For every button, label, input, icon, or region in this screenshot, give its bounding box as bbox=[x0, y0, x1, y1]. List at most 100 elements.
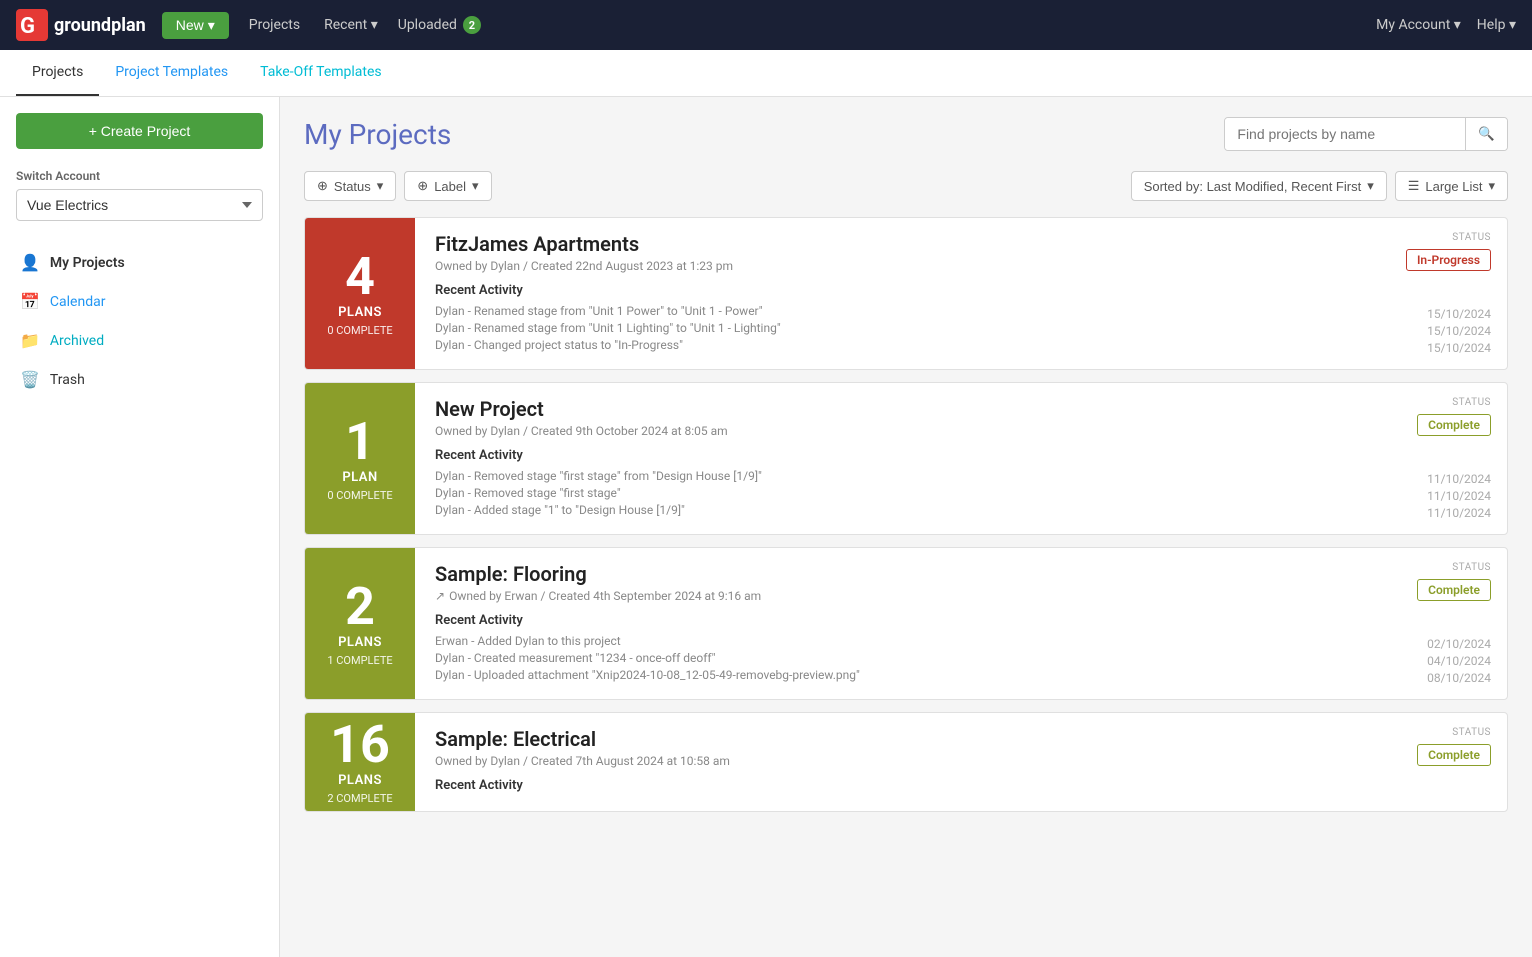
project-card-sample-electrical[interactable]: 16 PLANS 2 COMPLETE Sample: Electrical O… bbox=[304, 712, 1508, 812]
account-select[interactable]: Vue Electrics bbox=[16, 189, 263, 221]
status-badge[interactable]: Complete bbox=[1417, 744, 1491, 766]
plan-complete: 0 COMPLETE bbox=[327, 324, 392, 337]
plan-badge: 1 PLAN 0 COMPLETE bbox=[305, 383, 415, 534]
main-content: My Projects 🔍 ⊕ Status ▾ ⊕ Label ▾ bbox=[280, 97, 1532, 957]
sub-nav: Projects Project Templates Take-Off Temp… bbox=[0, 50, 1532, 97]
activity-date: 11/10/2024 bbox=[1427, 489, 1491, 503]
project-list: 4 PLANS 0 COMPLETE FitzJames Apartments … bbox=[304, 217, 1508, 812]
my-account-link[interactable]: My Account ▾ bbox=[1376, 17, 1461, 33]
filters-right: Sorted by: Last Modified, Recent First ▾… bbox=[1131, 171, 1508, 201]
status-badge[interactable]: Complete bbox=[1417, 414, 1491, 436]
plan-badge: 4 PLANS 0 COMPLETE bbox=[305, 218, 415, 369]
sidebar-item-trash[interactable]: 🗑️ Trash bbox=[16, 362, 263, 397]
sidebar-item-my-projects[interactable]: 👤 My Projects bbox=[16, 245, 263, 280]
page-title: My Projects bbox=[304, 118, 451, 151]
create-project-button[interactable]: + Create Project bbox=[16, 113, 263, 149]
recent-activity-label: Recent Activity bbox=[435, 448, 1327, 463]
status-label: STATUS bbox=[1452, 232, 1491, 243]
new-button[interactable]: New ▾ bbox=[162, 12, 229, 39]
activity-item: Dylan - Changed project status to "In-Pr… bbox=[435, 338, 1327, 352]
activity-date: 15/10/2024 bbox=[1427, 324, 1491, 338]
search-button[interactable]: 🔍 bbox=[1465, 118, 1507, 150]
switch-account-label: Switch Account bbox=[16, 169, 263, 183]
project-name[interactable]: Sample: Electrical bbox=[435, 727, 1327, 751]
svg-text:G: G bbox=[20, 14, 35, 39]
uploaded-nav-link[interactable]: Uploaded 2 bbox=[390, 16, 489, 34]
help-arrow-icon: ▾ bbox=[1509, 17, 1516, 33]
project-info: Sample: Flooring ↗Owned by Erwan / Creat… bbox=[415, 548, 1347, 699]
activity-item: Dylan - Removed stage "first stage" from… bbox=[435, 469, 1327, 483]
sidebar-label-calendar: Calendar bbox=[50, 294, 106, 310]
recent-activity-label: Recent Activity bbox=[435, 283, 1327, 298]
plan-badge: 16 PLANS 2 COMPLETE bbox=[305, 713, 415, 811]
tab-projects[interactable]: Projects bbox=[16, 50, 99, 96]
logo[interactable]: G groundplan bbox=[16, 9, 146, 41]
sidebar-item-archived[interactable]: 📁 Archived bbox=[16, 323, 263, 358]
dropdown-arrow-icon: ▾ bbox=[208, 17, 215, 34]
project-name[interactable]: Sample: Flooring bbox=[435, 562, 1327, 586]
project-meta: ↗Owned by Erwan / Created 4th September … bbox=[435, 589, 1327, 603]
activity-date: 15/10/2024 bbox=[1427, 341, 1491, 355]
project-status-col: STATUS Complete bbox=[1347, 713, 1507, 811]
status-arrow-icon: ▾ bbox=[377, 178, 384, 194]
account-arrow-icon: ▾ bbox=[1454, 17, 1461, 33]
status-badge[interactable]: In-Progress bbox=[1406, 249, 1491, 271]
project-card-new-project[interactable]: 1 PLAN 0 COMPLETE New Project Owned by D… bbox=[304, 382, 1508, 535]
plan-complete: 0 COMPLETE bbox=[327, 489, 392, 502]
activity-item: Dylan - Created measurement "1234 - once… bbox=[435, 651, 1327, 665]
label-arrow-icon: ▾ bbox=[472, 178, 479, 194]
plan-unit: PLANS bbox=[338, 305, 382, 320]
sidebar-label-my-projects: My Projects bbox=[50, 255, 125, 271]
filters-left: ⊕ Status ▾ ⊕ Label ▾ bbox=[304, 171, 492, 201]
project-info: New Project Owned by Dylan / Created 9th… bbox=[415, 383, 1347, 534]
archive-icon: 📁 bbox=[20, 331, 40, 350]
project-meta: Owned by Dylan / Created 9th October 202… bbox=[435, 424, 1327, 438]
plan-count: 4 bbox=[345, 251, 375, 303]
user-icon: 👤 bbox=[20, 253, 40, 272]
view-button[interactable]: ☰ Large List ▾ bbox=[1395, 171, 1508, 201]
project-meta: Owned by Dylan / Created 22nd August 202… bbox=[435, 259, 1327, 273]
tab-takeoff-templates[interactable]: Take-Off Templates bbox=[244, 50, 398, 96]
sidebar-item-calendar[interactable]: 📅 Calendar bbox=[16, 284, 263, 319]
search-box: 🔍 bbox=[1224, 117, 1508, 151]
tab-project-templates[interactable]: Project Templates bbox=[99, 50, 244, 96]
activity-item: Erwan - Added Dylan to this project bbox=[435, 634, 1327, 648]
help-link[interactable]: Help ▾ bbox=[1477, 17, 1516, 33]
activity-item: Dylan - Renamed stage from "Unit 1 Power… bbox=[435, 304, 1327, 318]
activity-date: 11/10/2024 bbox=[1427, 472, 1491, 486]
project-name[interactable]: New Project bbox=[435, 397, 1327, 421]
search-input[interactable] bbox=[1225, 118, 1465, 150]
status-label: STATUS bbox=[1452, 727, 1491, 738]
status-badge[interactable]: Complete bbox=[1417, 579, 1491, 601]
search-icon: 🔍 bbox=[1478, 126, 1495, 141]
plan-unit: PLANS bbox=[338, 635, 382, 650]
label-filter-button[interactable]: ⊕ Label ▾ bbox=[404, 171, 491, 201]
project-card-fitzjames[interactable]: 4 PLANS 0 COMPLETE FitzJames Apartments … bbox=[304, 217, 1508, 370]
status-label: STATUS bbox=[1452, 562, 1491, 573]
sort-button[interactable]: Sorted by: Last Modified, Recent First ▾ bbox=[1131, 171, 1387, 201]
plan-unit: PLAN bbox=[342, 470, 377, 485]
view-arrow-icon: ▾ bbox=[1488, 178, 1495, 194]
project-name[interactable]: FitzJames Apartments bbox=[435, 232, 1327, 256]
plan-badge: 2 PLANS 1 COMPLETE bbox=[305, 548, 415, 699]
status-filter-button[interactable]: ⊕ Status ▾ bbox=[304, 171, 396, 201]
project-card-sample-flooring[interactable]: 2 PLANS 1 COMPLETE Sample: Flooring ↗Own… bbox=[304, 547, 1508, 700]
project-status-col: STATUS Complete 02/10/2024 04/10/2024 08… bbox=[1347, 548, 1507, 699]
recent-nav-link[interactable]: Recent ▾ bbox=[312, 17, 390, 33]
activity-date: 08/10/2024 bbox=[1427, 671, 1491, 685]
activity-item: Dylan - Renamed stage from "Unit 1 Light… bbox=[435, 321, 1327, 335]
project-info: FitzJames Apartments Owned by Dylan / Cr… bbox=[415, 218, 1347, 369]
plan-count: 1 bbox=[345, 416, 375, 468]
recent-activity-label: Recent Activity bbox=[435, 613, 1327, 628]
sort-arrow-icon: ▾ bbox=[1367, 178, 1374, 194]
plan-count: 16 bbox=[330, 719, 390, 771]
activity-date: 04/10/2024 bbox=[1427, 654, 1491, 668]
list-icon: ☰ bbox=[1408, 178, 1420, 194]
recent-activity-label: Recent Activity bbox=[435, 778, 1327, 793]
project-meta: Owned by Dylan / Created 7th August 2024… bbox=[435, 754, 1327, 768]
projects-nav-link[interactable]: Projects bbox=[237, 17, 312, 33]
project-status-col: STATUS Complete 11/10/2024 11/10/2024 11… bbox=[1347, 383, 1507, 534]
status-label: STATUS bbox=[1452, 397, 1491, 408]
filters-bar: ⊕ Status ▾ ⊕ Label ▾ Sorted by: Last Mod… bbox=[304, 171, 1508, 201]
logo-text: groundplan bbox=[54, 15, 146, 36]
